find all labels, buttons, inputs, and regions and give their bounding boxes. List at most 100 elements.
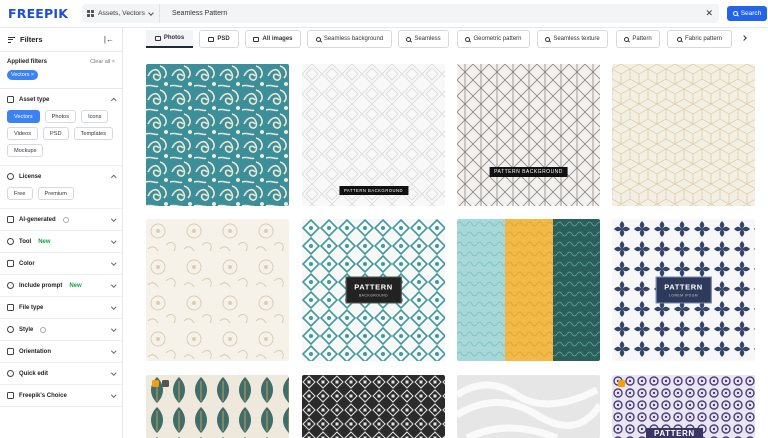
ai-generated-icon <box>7 216 14 223</box>
info-icon[interactable] <box>40 326 47 333</box>
result-card[interactable] <box>146 375 289 438</box>
tab-label: Seamless texture <box>553 36 600 42</box>
image-icon <box>208 36 215 42</box>
new-badge: New <box>69 282 82 289</box>
result-card[interactable]: PATTERN BACKGROUND <box>457 64 600 206</box>
tab-label: Seamless background <box>323 36 384 42</box>
asset-type-option[interactable]: Icons <box>81 110 109 123</box>
include-prompt-header[interactable]: Include prompt New <box>7 275 116 296</box>
license-option[interactable]: Free <box>7 187 33 200</box>
applied-filter-chip[interactable]: Vectors × <box>7 70 39 80</box>
freepik-s-choice-section: Freepik's Choice <box>0 385 122 407</box>
file-type-section: File type <box>0 297 122 319</box>
orientation-header[interactable]: Orientation <box>7 341 116 362</box>
style-section: Style <box>0 319 122 341</box>
license-option[interactable]: Premium <box>37 187 74 200</box>
tab-label: Seamless <box>414 36 441 42</box>
tab-label: Pattern <box>632 36 652 42</box>
chevron-down-icon <box>110 260 116 265</box>
card-subtitle: LOREM IPSUM <box>669 293 698 298</box>
result-card[interactable]: PATTERN BACKGROUND <box>302 64 445 206</box>
tab-all-images[interactable]: All images <box>245 30 301 48</box>
card-title-box: PATTERN BACKGROUND <box>345 276 402 304</box>
search-icon <box>406 36 412 42</box>
search-icon <box>465 36 471 42</box>
tab-seamless[interactable]: Seamless <box>398 30 449 48</box>
orientation-icon <box>7 348 14 355</box>
info-icon[interactable] <box>62 216 69 223</box>
color-icon <box>7 260 14 267</box>
result-card[interactable] <box>146 64 289 206</box>
quick-edit-label: Quick edit <box>19 370 49 377</box>
result-card[interactable]: PATTERN LOREM IPSUM <box>612 219 755 361</box>
clear-all-link[interactable]: Clear all × <box>90 59 115 65</box>
tool-header[interactable]: Tool New <box>7 231 116 252</box>
tab-geometric-pattern[interactable]: Geometric pattern <box>457 30 530 48</box>
freepik-logo[interactable]: FREEPIK <box>8 6 68 21</box>
file-type-header[interactable]: File type <box>7 297 116 318</box>
search-input[interactable] <box>172 4 672 23</box>
crown-icon <box>618 380 625 387</box>
include-prompt-section: Include prompt New <box>0 275 122 297</box>
floral-cream-pattern-image <box>146 219 289 361</box>
chevron-down-icon <box>110 238 116 243</box>
style-label: Style <box>19 326 34 333</box>
image-icon <box>253 36 260 42</box>
search-button-label: Search <box>740 10 762 17</box>
result-card[interactable] <box>457 375 600 438</box>
result-card[interactable] <box>146 219 289 361</box>
tab-label: All images <box>262 36 293 42</box>
tab-label: Geometric pattern <box>473 36 522 42</box>
orientation-section: Orientation <box>0 341 122 363</box>
chevron-down-icon <box>110 392 116 397</box>
card-title-box: PATTERN LOREM IPSUM <box>655 276 712 304</box>
ai-generated-header[interactable]: AI-generated <box>7 209 116 230</box>
ai-icon <box>162 380 169 387</box>
asset-type-option[interactable]: PSD <box>43 127 69 140</box>
asset-scope-label: Assets, Vectors <box>98 10 145 17</box>
quick-edit-section: Quick edit <box>0 363 122 385</box>
asset-type-header[interactable]: Asset type <box>7 89 116 110</box>
chevron-right-icon[interactable] <box>741 35 747 41</box>
color-header[interactable]: Color <box>7 253 116 274</box>
card-title: PATTERN <box>664 282 703 292</box>
chevron-down-icon <box>110 370 116 375</box>
license-header[interactable]: License <box>7 166 116 187</box>
style-header[interactable]: Style <box>7 319 116 340</box>
tab-fabric-pattern[interactable]: Fabric pattern <box>667 30 732 48</box>
tab-seamless-background[interactable]: Seamless background <box>307 30 392 48</box>
grey-zebra-pattern-image <box>457 375 600 438</box>
ai-generated-section: AI-generated <box>0 209 122 231</box>
result-card[interactable]: PATTERN <box>612 375 755 438</box>
result-card[interactable] <box>302 375 445 438</box>
chevron-down-icon <box>110 216 116 221</box>
include-prompt-icon <box>7 282 14 289</box>
asset-scope-dropdown[interactable]: Assets, Vectors <box>82 4 160 23</box>
search-button[interactable]: Search <box>727 6 767 21</box>
tab-seamless-texture[interactable]: Seamless texture <box>537 30 608 48</box>
search-icon <box>545 36 551 42</box>
freepik-s-choice-header[interactable]: Freepik's Choice <box>7 385 116 406</box>
card-title: PATTERN <box>354 282 393 292</box>
tab-photos[interactable]: Photos <box>146 30 193 48</box>
style-icon <box>7 326 14 333</box>
tab-label: Fabric pattern <box>684 36 723 42</box>
asset-type-option[interactable]: Photos <box>44 110 77 123</box>
collapse-sidebar-icon[interactable]: |← <box>104 35 114 44</box>
result-card[interactable] <box>457 219 600 361</box>
result-card[interactable]: PATTERN BACKGROUND <box>302 219 445 361</box>
asset-type-option[interactable]: Vectors <box>7 110 40 123</box>
asset-type-option[interactable]: Videos <box>7 127 39 140</box>
close-icon[interactable]: ✕ <box>705 8 713 19</box>
crown-icon <box>152 380 159 387</box>
asset-type-option[interactable]: Mockups <box>7 144 44 157</box>
tab-psd[interactable]: PSD <box>199 30 239 48</box>
tab-label: Photos <box>163 35 185 41</box>
result-card[interactable] <box>612 64 755 206</box>
asset-type-option[interactable]: Templates <box>73 127 114 140</box>
asset-type-icon <box>7 96 14 103</box>
search-bar: Assets, Vectors ✕ <box>82 4 719 23</box>
tab-pattern[interactable]: Pattern <box>616 30 660 48</box>
card-title: PATTERN <box>646 428 703 438</box>
quick-edit-header[interactable]: Quick edit <box>7 363 116 384</box>
